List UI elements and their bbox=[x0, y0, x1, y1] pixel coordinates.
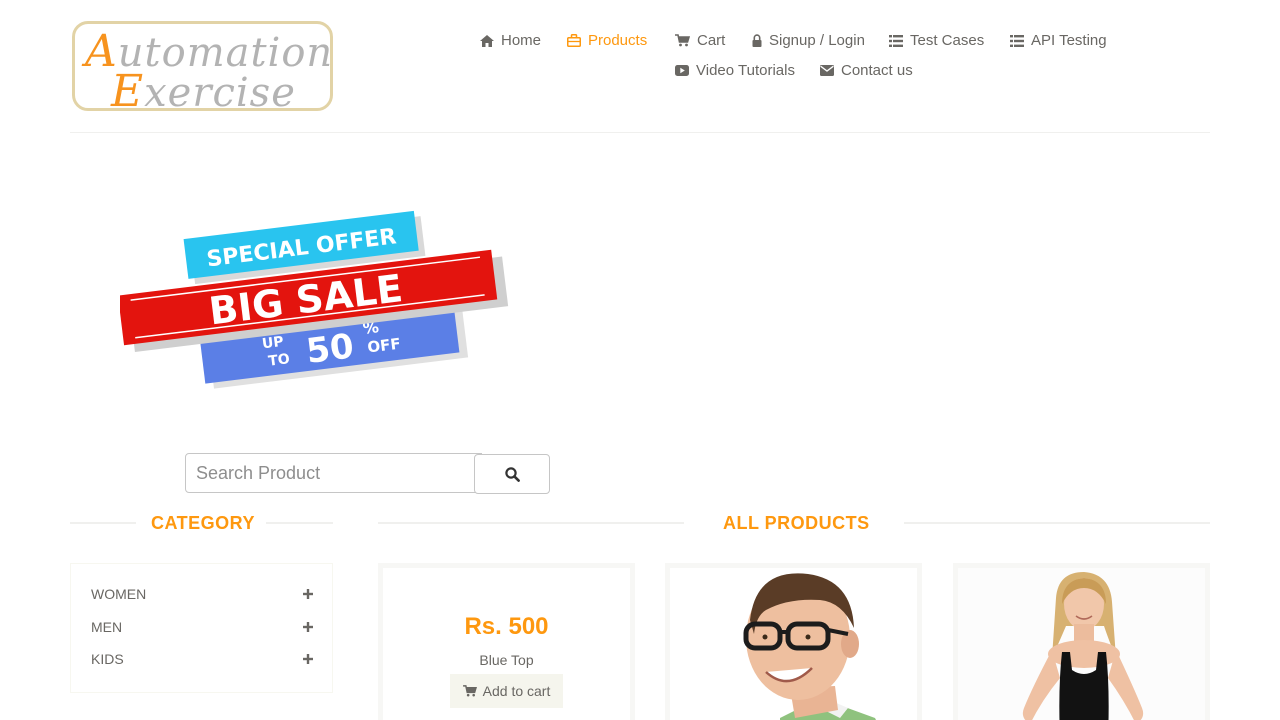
category-label: WOMEN bbox=[91, 586, 147, 602]
nav-products-label: Products bbox=[588, 32, 648, 49]
category-item-women[interactable]: WOMEN bbox=[91, 586, 313, 602]
cart-icon bbox=[675, 34, 690, 47]
product-name: Blue Top bbox=[479, 652, 534, 668]
list-icon bbox=[1010, 34, 1024, 47]
banner-up-text: UP bbox=[261, 334, 284, 353]
header-divider bbox=[70, 132, 1210, 133]
category-label: KIDS bbox=[91, 651, 124, 667]
nav-cart-label: Cart bbox=[697, 32, 726, 49]
product-card-blue-top: Rs. 500 Blue Top Add to cart bbox=[378, 563, 635, 720]
nav-signup-login-label: Signup / Login bbox=[769, 32, 865, 49]
banner-percent-value: 50 bbox=[304, 326, 356, 371]
nav-test-cases[interactable]: Test Cases bbox=[889, 32, 984, 49]
category-label: MEN bbox=[91, 619, 123, 635]
category-panel: WOMEN MEN KIDS bbox=[70, 563, 333, 693]
list-icon bbox=[889, 34, 903, 47]
product-image bbox=[958, 568, 1205, 720]
nav-video-tutorials-label: Video Tutorials bbox=[696, 62, 795, 79]
category-title: CATEGORY bbox=[151, 513, 256, 533]
nav-signup-login[interactable]: Signup / Login bbox=[752, 32, 865, 49]
search-icon bbox=[504, 466, 520, 482]
nav-home[interactable]: Home bbox=[480, 32, 541, 49]
products-title-line-left bbox=[378, 522, 684, 524]
product-price: Rs. 500 bbox=[464, 613, 549, 640]
nav-contact-us-label: Contact us bbox=[841, 62, 913, 79]
briefcase-icon bbox=[567, 34, 581, 47]
plus-icon[interactable] bbox=[303, 654, 313, 664]
product-image bbox=[670, 568, 917, 720]
add-to-cart-label: Add to cart bbox=[482, 683, 551, 699]
plus-icon[interactable] bbox=[303, 589, 313, 599]
category-item-kids[interactable]: KIDS bbox=[91, 651, 313, 667]
envelope-icon bbox=[820, 65, 834, 76]
plus-icon[interactable] bbox=[303, 622, 313, 632]
nav-contact-us[interactable]: Contact us bbox=[820, 62, 913, 79]
youtube-play-icon bbox=[675, 65, 689, 76]
category-title-line-left bbox=[70, 522, 136, 524]
nav-video-tutorials[interactable]: Video Tutorials bbox=[675, 62, 795, 79]
category-title-line-right bbox=[266, 522, 333, 524]
nav-home-label: Home bbox=[501, 32, 542, 49]
product-card-men-tshirt bbox=[665, 563, 922, 720]
site-logo[interactable]: Automation Exercise bbox=[72, 21, 333, 117]
nav-test-cases-label: Test Cases bbox=[910, 32, 985, 49]
search-input[interactable] bbox=[185, 453, 482, 493]
products-title-line-right bbox=[904, 522, 1210, 524]
nav-cart[interactable]: Cart bbox=[675, 32, 725, 49]
lock-icon bbox=[752, 34, 762, 47]
big-sale-banner: SPECIAL OFFER UP TO 50 % OFF BIG SALE bbox=[120, 210, 509, 389]
category-item-men[interactable]: MEN bbox=[91, 619, 313, 635]
banner-to-text: TO bbox=[267, 351, 290, 370]
search-button[interactable] bbox=[474, 454, 550, 494]
nav-api-testing-label: API Testing bbox=[1031, 32, 1107, 49]
cart-icon bbox=[462, 685, 477, 697]
home-icon bbox=[480, 34, 494, 47]
product-card-women-dress bbox=[953, 563, 1210, 720]
nav-products[interactable]: Products bbox=[567, 32, 647, 49]
all-products-title: ALL PRODUCTS bbox=[723, 513, 870, 533]
nav-api-testing[interactable]: API Testing bbox=[1010, 32, 1107, 49]
logo-line-2: Exercise bbox=[111, 66, 296, 117]
add-to-cart-button[interactable]: Add to cart bbox=[450, 674, 563, 708]
